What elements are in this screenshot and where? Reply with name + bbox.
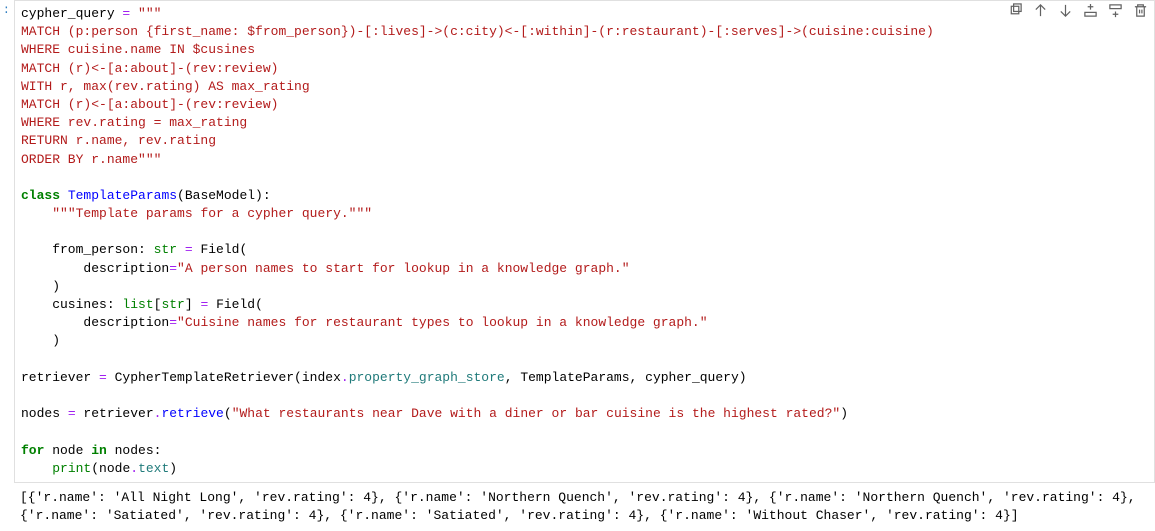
code-line: RETURN r.name, rev.rating xyxy=(21,133,216,148)
code-line: nodes = retriever.retrieve("What restaur… xyxy=(21,406,848,421)
cell-input[interactable]: cypher_query = """ MATCH (p:person {firs… xyxy=(14,0,1155,483)
code-line: cypher_query = """ xyxy=(21,6,161,21)
code-line: WHERE cuisine.name IN $cusines xyxy=(21,42,255,57)
insert-below-icon[interactable] xyxy=(1108,3,1123,18)
code-line: description="A person names to start for… xyxy=(21,261,630,276)
code-line: MATCH (r)<-[a:about]-(rev:review) xyxy=(21,97,278,112)
code-line: class TemplateParams(BaseModel): xyxy=(21,188,271,203)
code-line: ) xyxy=(21,279,60,294)
code-line: ) xyxy=(21,333,60,348)
code-line: """Template params for a cypher query.""… xyxy=(21,206,372,221)
code-line: MATCH (p:person {first_name: $from_perso… xyxy=(21,24,934,39)
code-cell: : cypher_query = """ MATCH (p:person {fi… xyxy=(0,0,1155,483)
code-line: WHERE rev.rating = max_rating xyxy=(21,115,247,130)
duplicate-icon[interactable] xyxy=(1008,3,1023,18)
code-line: cusines: list[str] = Field( xyxy=(21,297,263,312)
code-content[interactable]: cypher_query = """ MATCH (p:person {firs… xyxy=(21,5,1148,478)
code-line: description="Cuisine names for restauran… xyxy=(21,315,708,330)
code-line: from_person: str = Field( xyxy=(21,242,247,257)
cell-prompt: : xyxy=(0,0,14,483)
trash-icon[interactable] xyxy=(1133,3,1148,18)
arrow-up-icon[interactable] xyxy=(1033,3,1048,18)
code-line: print(node.text) xyxy=(21,461,177,476)
code-line: ORDER BY r.name""" xyxy=(21,152,161,167)
code-line: retriever = CypherTemplateRetriever(inde… xyxy=(21,370,747,385)
insert-above-icon[interactable] xyxy=(1083,3,1098,18)
code-line: MATCH (r)<-[a:about]-(rev:review) xyxy=(21,61,278,76)
arrow-down-icon[interactable] xyxy=(1058,3,1073,18)
code-line: WITH r, max(rev.rating) AS max_rating xyxy=(21,79,310,94)
code-line: for node in nodes: xyxy=(21,443,161,458)
cell-toolbar xyxy=(1008,3,1148,18)
cell-output: [{'r.name': 'All Night Long', 'rev.ratin… xyxy=(0,483,1155,531)
